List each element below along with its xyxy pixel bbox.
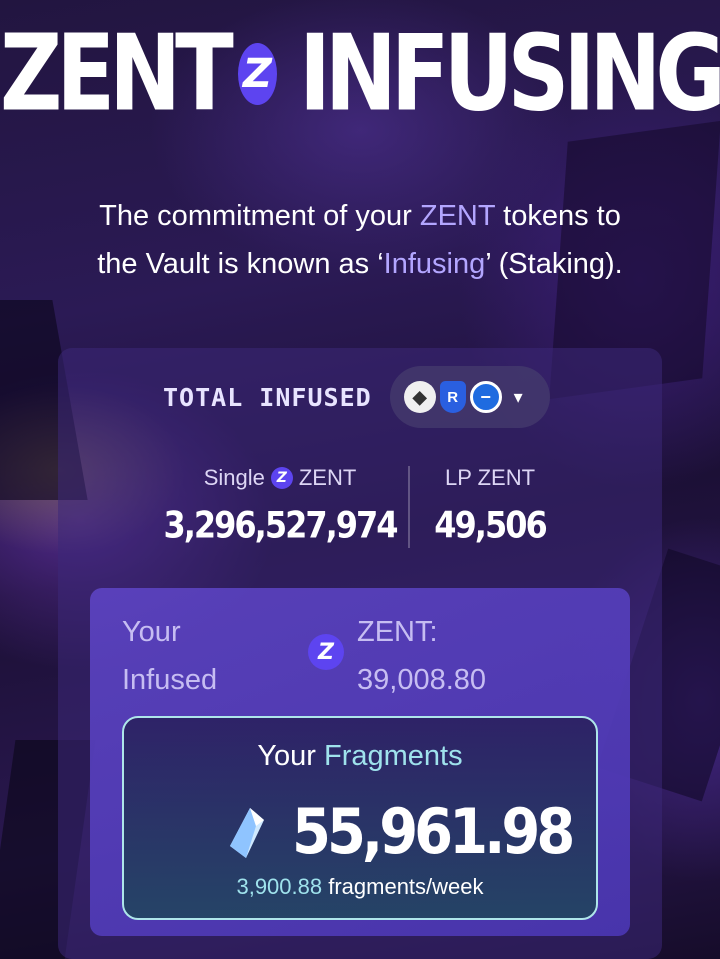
- single-label: Single: [203, 465, 265, 490]
- intro-highlight-infusing: Infusing: [383, 248, 486, 280]
- your-infused-label: Your Infused: [122, 608, 282, 704]
- zent-logo-icon: Z: [237, 43, 277, 105]
- fragments-title-highlight: Fragments: [324, 740, 463, 772]
- minus-chain-icon: −: [469, 381, 502, 413]
- intro-text-part: the Vault is known as ‘: [97, 248, 384, 280]
- single-zent-label: Single Z ZENT: [160, 462, 400, 494]
- lp-zent-value: 49,506: [434, 503, 547, 547]
- single-token-label: ZENT: [298, 465, 357, 490]
- your-infused-line: Infused: [122, 664, 218, 696]
- ethereum-icon: ◆: [403, 381, 436, 413]
- your-infused-line: Your: [122, 616, 181, 648]
- user-zent-amount: ZENT: 39,008.80: [357, 608, 577, 704]
- fragments-rate-unit: fragments/week: [322, 874, 484, 899]
- fragments-rate-value: 3,900.88: [236, 874, 323, 899]
- crystal-icon: [230, 808, 264, 858]
- user-zent-value: 39,008.80: [357, 664, 487, 696]
- fragments-title: Your Fragments: [122, 740, 598, 773]
- chain-selector[interactable]: ◆ R − ▾: [389, 366, 550, 428]
- page-title: ZENT Z INFUSING: [0, 12, 720, 135]
- intro-text-part: The commitment of your: [99, 200, 420, 232]
- single-zent-stat: Single Z ZENT 3,296,527,974: [160, 462, 400, 547]
- intro-text-part: ’ (Staking).: [485, 248, 623, 280]
- zent-logo-icon: Z: [270, 467, 293, 489]
- fragments-rate: 3,900.88 fragments/week: [122, 874, 598, 900]
- single-zent-value: 3,296,527,974: [163, 503, 398, 547]
- lp-zent-label: LP ZENT: [444, 465, 536, 490]
- lp-zent-stat: LP ZENT 49,506: [420, 462, 560, 547]
- total-infused-row: TOTAL INFUSED ◆ R − ▾: [105, 366, 565, 428]
- stat-divider: [408, 466, 410, 548]
- intro-highlight-zent: ZENT: [419, 200, 496, 232]
- fragments-value: 55,961.98: [292, 796, 575, 869]
- fragments-title-part: Your: [257, 740, 325, 772]
- zent-logo-icon: Z: [308, 634, 344, 670]
- total-infused-label: TOTAL INFUSED: [163, 382, 372, 412]
- title-word-zent: ZENT: [0, 12, 234, 135]
- chevron-down-icon: ▾: [513, 386, 523, 407]
- title-word-infusing: INFUSING: [298, 12, 720, 135]
- intro-text: The commitment of your ZENT tokens to th…: [0, 192, 720, 288]
- shield-chain-icon: R: [439, 381, 466, 413]
- user-zent-label: ZENT:: [357, 616, 438, 648]
- intro-text-part: tokens to: [495, 200, 621, 232]
